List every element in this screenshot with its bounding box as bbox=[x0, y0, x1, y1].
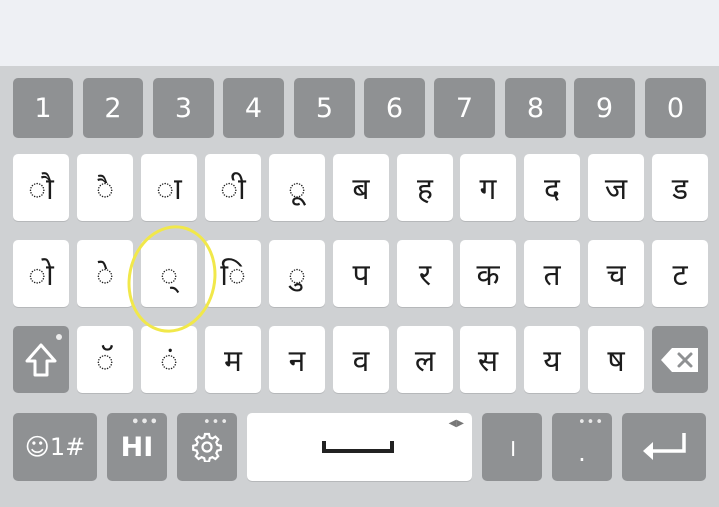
key-tta[interactable]: ट bbox=[652, 240, 708, 307]
emoji-symbols-key[interactable]: ☺1# bbox=[13, 413, 97, 481]
cursor-arrows-icon: ◀▶ bbox=[448, 418, 464, 429]
key-4[interactable]: 4 bbox=[223, 78, 284, 138]
key-ya[interactable]: य bbox=[524, 326, 580, 393]
enter-arrow-icon bbox=[640, 431, 688, 463]
period-label: . bbox=[578, 439, 586, 467]
key-9[interactable]: 9 bbox=[574, 78, 635, 138]
key-sa[interactable]: स bbox=[460, 326, 516, 393]
shift-key[interactable] bbox=[13, 326, 69, 393]
gear-icon bbox=[192, 432, 222, 462]
key-0[interactable]: 0 bbox=[645, 78, 706, 138]
key-pa[interactable]: प bbox=[333, 240, 389, 307]
key-dda[interactable]: ड bbox=[652, 154, 708, 221]
key-e-matra[interactable]: े bbox=[77, 240, 133, 307]
more-options-dots-icon: ••• bbox=[202, 415, 229, 430]
key-aa-matra[interactable]: ा bbox=[141, 154, 197, 221]
hindi-keyboard: 1 2 3 4 5 6 7 8 9 0 ौ ै ा ी ू ब ह ग द ज … bbox=[0, 66, 719, 507]
backspace-key[interactable] bbox=[652, 326, 708, 393]
shift-arrow-icon bbox=[24, 342, 58, 378]
settings-key[interactable]: ••• bbox=[177, 413, 237, 481]
danda-label: । bbox=[507, 433, 517, 462]
key-halant[interactable]: ् bbox=[141, 240, 197, 307]
key-o-matra[interactable]: ो bbox=[13, 240, 69, 307]
space-bar-icon bbox=[322, 441, 394, 453]
key-uu-matra[interactable]: ू bbox=[269, 154, 325, 221]
key-ja[interactable]: ज bbox=[588, 154, 644, 221]
period-key[interactable]: . ••• bbox=[552, 413, 612, 481]
key-candra-e[interactable]: ॅ bbox=[77, 326, 133, 393]
enter-key[interactable] bbox=[622, 413, 706, 481]
backspace-icon bbox=[660, 347, 700, 373]
key-cha[interactable]: च bbox=[588, 240, 644, 307]
key-8[interactable]: 8 bbox=[505, 78, 566, 138]
key-ba[interactable]: ब bbox=[333, 154, 389, 221]
key-ssa[interactable]: ष bbox=[588, 326, 644, 393]
key-la[interactable]: ल bbox=[397, 326, 453, 393]
key-ai-matra[interactable]: ै bbox=[77, 154, 133, 221]
key-7[interactable]: 7 bbox=[434, 78, 495, 138]
key-ga[interactable]: ग bbox=[460, 154, 516, 221]
key-va[interactable]: व bbox=[333, 326, 389, 393]
key-ta[interactable]: त bbox=[524, 240, 580, 307]
language-label: HI bbox=[120, 431, 154, 463]
key-2[interactable]: 2 bbox=[83, 78, 143, 138]
key-u-matra[interactable]: ु bbox=[269, 240, 325, 307]
language-switch-key[interactable]: HI ••• bbox=[107, 413, 167, 481]
key-da[interactable]: द bbox=[524, 154, 580, 221]
key-ii-matra[interactable]: ी bbox=[205, 154, 261, 221]
app-content-area bbox=[0, 0, 719, 66]
key-i-matra[interactable]: ि bbox=[205, 240, 261, 307]
key-ha[interactable]: ह bbox=[397, 154, 453, 221]
key-anusvara[interactable]: ं bbox=[141, 326, 197, 393]
key-na[interactable]: न bbox=[269, 326, 325, 393]
key-ka[interactable]: क bbox=[460, 240, 516, 307]
more-options-dots-icon: ••• bbox=[131, 415, 159, 430]
key-3[interactable]: 3 bbox=[153, 78, 214, 138]
key-5[interactable]: 5 bbox=[294, 78, 355, 138]
key-ma[interactable]: म bbox=[205, 326, 261, 393]
space-key[interactable]: ◀▶ bbox=[247, 413, 472, 481]
danda-key[interactable]: । bbox=[482, 413, 542, 481]
key-6[interactable]: 6 bbox=[364, 78, 425, 138]
key-1[interactable]: 1 bbox=[13, 78, 73, 138]
key-au-matra[interactable]: ौ bbox=[13, 154, 69, 221]
shift-lock-dot-icon bbox=[56, 334, 62, 340]
key-ra[interactable]: र bbox=[397, 240, 453, 307]
more-options-dots-icon: ••• bbox=[577, 415, 604, 430]
